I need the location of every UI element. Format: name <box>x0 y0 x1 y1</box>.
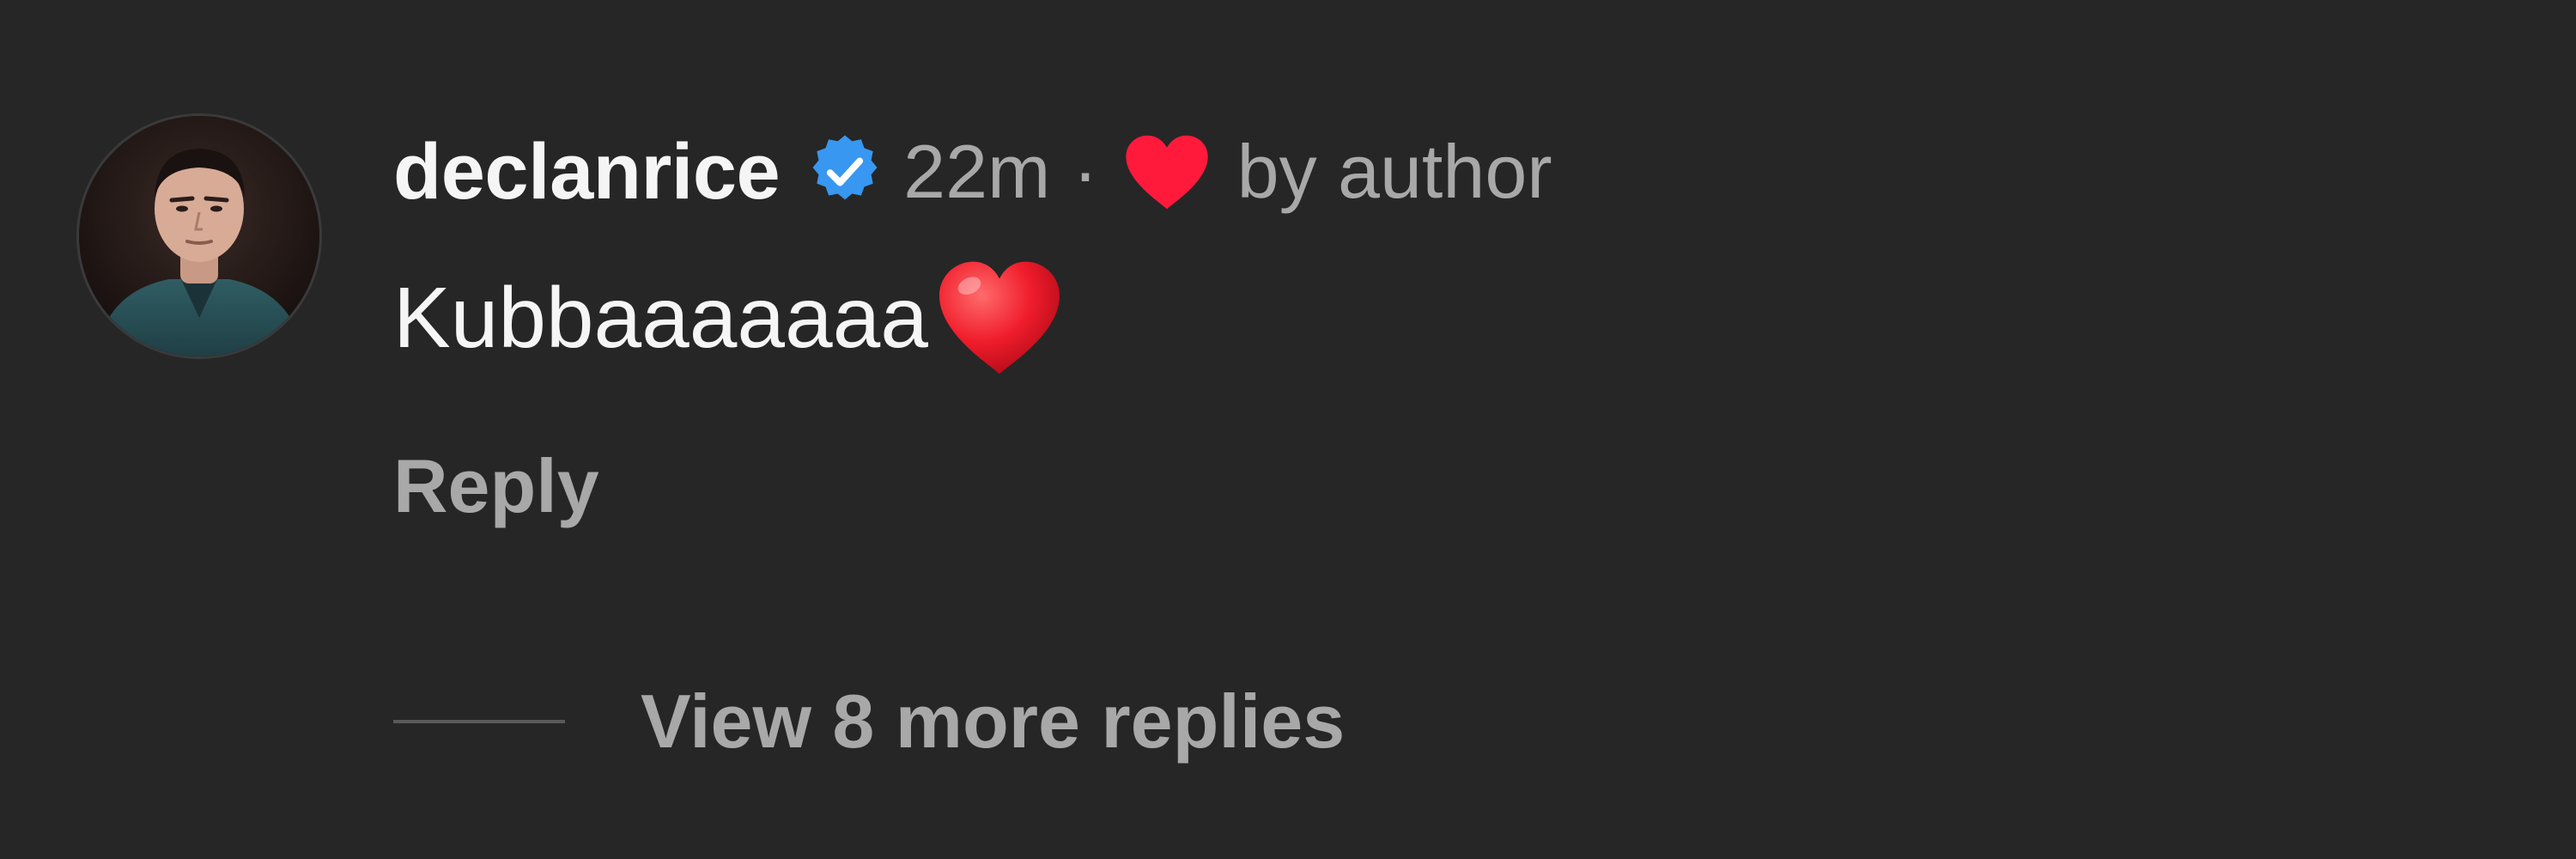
liked-by-author-label: by author <box>1236 129 1552 214</box>
reply-button[interactable]: Reply <box>393 442 599 530</box>
comment-timestamp: 22m <box>903 129 1051 214</box>
red-heart-emoji <box>935 258 1064 378</box>
comment-item: declanrice 22m · by author Kubbaaaaaaa R… <box>0 0 2576 859</box>
avatar[interactable] <box>79 116 319 356</box>
separator-dot: · <box>1072 129 1098 214</box>
username-link[interactable]: declanrice <box>393 127 781 217</box>
heart-icon <box>1122 132 1212 211</box>
avatar-image <box>79 116 319 356</box>
comment-text: Kubbaaaaaaa <box>393 269 928 366</box>
replies-divider-line <box>393 720 565 723</box>
comment-body: Kubbaaaaaaa <box>393 258 1064 378</box>
verified-badge-icon <box>805 132 884 211</box>
comment-header: declanrice 22m · by author <box>393 120 1552 223</box>
view-more-replies-label: View 8 more replies <box>641 679 1346 764</box>
view-more-replies-button[interactable]: View 8 more replies <box>393 670 1345 773</box>
